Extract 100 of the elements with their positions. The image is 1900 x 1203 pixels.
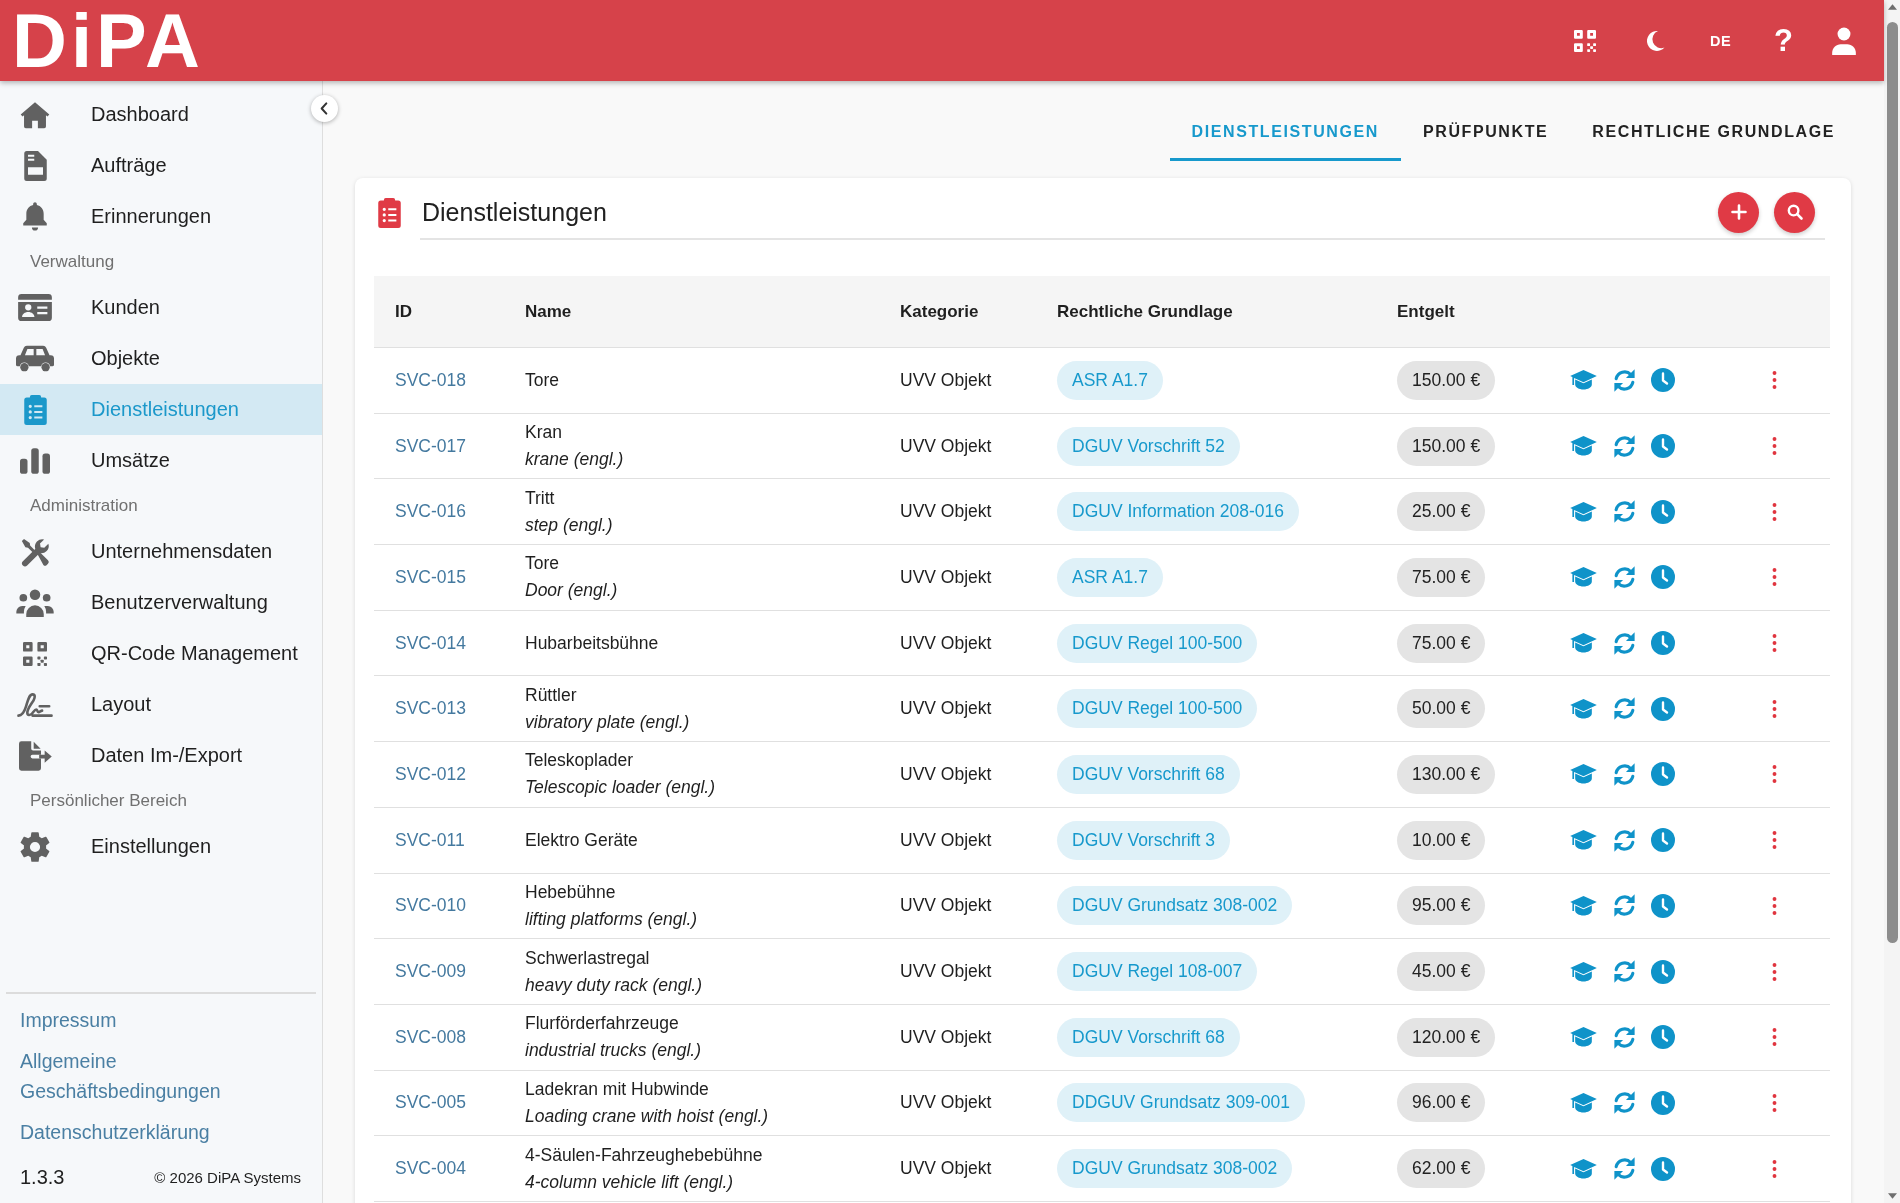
clock-icon[interactable] — [1651, 828, 1675, 853]
clock-icon[interactable] — [1651, 631, 1675, 656]
sidebar-item[interactable]: Dienstleistungen — [0, 384, 322, 435]
clock-icon[interactable] — [1651, 565, 1675, 590]
sync-icon[interactable] — [1612, 1024, 1636, 1050]
sidebar-item[interactable]: Umsätze — [0, 435, 309, 486]
user-icon[interactable] — [1831, 26, 1857, 55]
scrollbar[interactable] — [1884, 0, 1900, 1203]
service-id-link[interactable]: SVC-018 — [395, 369, 466, 390]
more-menu-icon[interactable] — [1772, 437, 1777, 456]
legal-basis-chip[interactable]: DGUV Regel 100-500 — [1057, 689, 1258, 729]
clock-icon[interactable] — [1651, 1025, 1675, 1050]
more-menu-icon[interactable] — [1772, 962, 1777, 981]
clock-icon[interactable] — [1651, 1090, 1675, 1115]
footer-link[interactable]: Impressum — [20, 1005, 117, 1035]
more-menu-icon[interactable] — [1772, 1093, 1777, 1112]
sync-icon[interactable] — [1612, 499, 1636, 525]
sidebar-item[interactable]: Aufträge — [0, 140, 309, 191]
footer-link[interactable]: Allgemeine Geschäftsbedingungen — [20, 1046, 260, 1106]
legal-basis-chip[interactable]: DGUV Vorschrift 52 — [1057, 426, 1240, 466]
legal-basis-chip[interactable]: DGUV Regel 100-500 — [1057, 623, 1258, 663]
more-menu-icon[interactable] — [1772, 371, 1777, 390]
scrollbar-thumb[interactable] — [1886, 22, 1898, 943]
add-button[interactable] — [1718, 191, 1759, 233]
sync-icon[interactable] — [1612, 827, 1636, 853]
clock-icon[interactable] — [1651, 434, 1675, 459]
service-id-link[interactable]: SVC-014 — [395, 632, 466, 653]
service-id-link[interactable]: SVC-012 — [395, 763, 466, 784]
sidebar-item[interactable]: QR-Code Management — [0, 628, 309, 679]
moon-icon[interactable] — [1644, 30, 1665, 51]
legal-basis-chip[interactable]: DDGUV Grundsatz 309-001 — [1057, 1083, 1305, 1123]
graduation-cap-icon[interactable] — [1570, 764, 1597, 785]
more-menu-icon[interactable] — [1772, 699, 1777, 718]
more-menu-icon[interactable] — [1772, 502, 1777, 521]
sync-icon[interactable] — [1612, 433, 1636, 459]
legal-basis-chip[interactable]: DGUV Vorschrift 3 — [1057, 820, 1230, 860]
scroll-down-icon[interactable] — [1887, 1193, 1897, 1199]
sync-icon[interactable] — [1612, 893, 1636, 919]
sync-icon[interactable] — [1612, 564, 1636, 590]
clock-icon[interactable] — [1651, 959, 1675, 984]
tab[interactable]: RECHTLICHE GRUNDLAGE — [1570, 105, 1857, 161]
graduation-cap-icon[interactable] — [1570, 895, 1597, 916]
graduation-cap-icon[interactable] — [1570, 436, 1597, 457]
legal-basis-chip[interactable]: ASR A1.7 — [1057, 360, 1163, 400]
legal-basis-chip[interactable]: DGUV Vorschrift 68 — [1057, 754, 1240, 794]
graduation-cap-icon[interactable] — [1570, 961, 1597, 982]
sidebar-item[interactable]: Erinnerungen — [0, 191, 309, 242]
service-id-link[interactable]: SVC-005 — [395, 1092, 466, 1113]
legal-basis-chip[interactable]: ASR A1.7 — [1057, 557, 1163, 597]
more-menu-icon[interactable] — [1772, 1028, 1777, 1047]
more-menu-icon[interactable] — [1772, 1159, 1777, 1178]
search-button[interactable] — [1774, 191, 1815, 233]
graduation-cap-icon[interactable] — [1570, 830, 1597, 851]
help-link[interactable]: ? — [1774, 25, 1793, 56]
service-id-link[interactable]: SVC-016 — [395, 501, 466, 522]
clock-icon[interactable] — [1651, 893, 1675, 918]
language-toggle[interactable]: DE — [1709, 32, 1732, 49]
sync-icon[interactable] — [1612, 367, 1636, 393]
sync-icon[interactable] — [1612, 959, 1636, 985]
sidebar-item[interactable]: Daten Im-/Export — [0, 730, 309, 781]
legal-basis-chip[interactable]: DGUV Grundsatz 308-002 — [1057, 886, 1293, 926]
sidebar-item[interactable]: Layout — [0, 679, 309, 730]
sync-icon[interactable] — [1612, 1090, 1636, 1116]
sidebar-item[interactable]: Unternehmensdaten — [0, 526, 309, 577]
service-id-link[interactable]: SVC-011 — [395, 829, 465, 850]
more-menu-icon[interactable] — [1772, 568, 1777, 587]
graduation-cap-icon[interactable] — [1570, 1027, 1597, 1048]
logo[interactable]: DiPA — [12, 2, 204, 79]
sidebar-item[interactable]: Benutzerverwaltung — [0, 577, 309, 628]
legal-basis-chip[interactable]: DGUV Regel 108-007 — [1057, 952, 1258, 992]
footer-link[interactable]: Datenschutzerklärung — [20, 1117, 210, 1147]
sidebar-item[interactable]: Objekte — [0, 333, 309, 384]
more-menu-icon[interactable] — [1772, 634, 1777, 653]
clock-icon[interactable] — [1651, 696, 1675, 721]
tab[interactable]: DIENSTLEISTUNGEN — [1169, 105, 1401, 161]
service-id-link[interactable]: SVC-008 — [395, 1026, 466, 1047]
graduation-cap-icon[interactable] — [1570, 1092, 1597, 1113]
service-id-link[interactable]: SVC-015 — [395, 566, 466, 587]
graduation-cap-icon[interactable] — [1570, 501, 1597, 522]
service-id-link[interactable]: SVC-009 — [395, 961, 466, 982]
more-menu-icon[interactable] — [1772, 765, 1777, 784]
legal-basis-chip[interactable]: DGUV Vorschrift 68 — [1057, 1017, 1240, 1057]
graduation-cap-icon[interactable] — [1570, 698, 1597, 719]
service-id-link[interactable]: SVC-017 — [395, 435, 466, 456]
more-menu-icon[interactable] — [1772, 896, 1777, 915]
service-id-link[interactable]: SVC-013 — [395, 698, 466, 719]
service-id-link[interactable]: SVC-004 — [395, 1158, 466, 1179]
graduation-cap-icon[interactable] — [1570, 1158, 1597, 1179]
sidebar-item[interactable]: Dashboard — [0, 89, 309, 140]
graduation-cap-icon[interactable] — [1570, 633, 1597, 654]
clock-icon[interactable] — [1651, 1156, 1675, 1181]
graduation-cap-icon[interactable] — [1570, 370, 1597, 391]
clock-icon[interactable] — [1651, 762, 1675, 787]
scroll-up-icon[interactable] — [1887, 4, 1897, 10]
sync-icon[interactable] — [1612, 630, 1636, 656]
sync-icon[interactable] — [1612, 761, 1636, 787]
sidebar-item[interactable]: Einstellungen — [0, 821, 309, 872]
tab[interactable]: PRÜFPUNKTE — [1401, 105, 1571, 161]
clock-icon[interactable] — [1651, 499, 1675, 524]
legal-basis-chip[interactable]: DGUV Grundsatz 308-002 — [1057, 1149, 1293, 1189]
